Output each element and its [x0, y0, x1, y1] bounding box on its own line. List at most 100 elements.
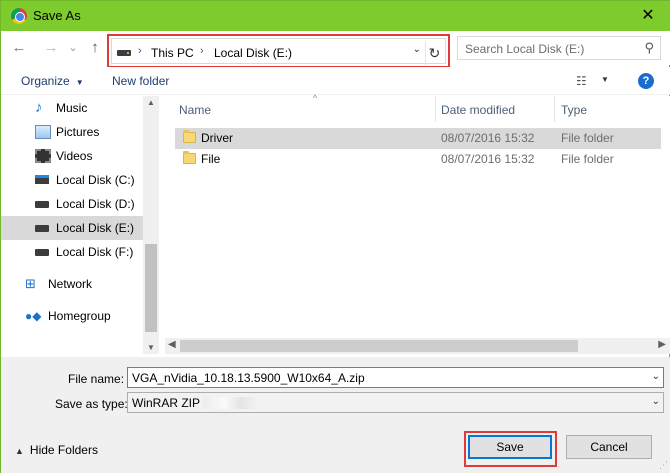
file-list-scrollbar[interactable]: ◀ ▶ [165, 338, 670, 354]
sidebar-item-label: Local Disk (F:) [56, 245, 134, 259]
column-divider[interactable] [554, 96, 555, 122]
search-input[interactable]: Search Local Disk (E:) ⚲ [457, 36, 661, 60]
save-button[interactable]: Save [468, 435, 552, 459]
up-button[interactable]: ↑ [85, 39, 105, 57]
window-title: Save As [33, 8, 81, 23]
file-name: File [201, 152, 221, 166]
sidebar-item-local-disk-d[interactable]: Local Disk (D:) [1, 192, 143, 216]
file-type: File folder [561, 131, 614, 145]
scroll-down-icon[interactable]: ▼ [147, 343, 155, 352]
breadcrumb-this-pc[interactable]: This PC [151, 46, 194, 60]
scroll-right-icon[interactable]: ▶ [658, 339, 666, 350]
hide-folders-label: Hide Folders [29, 443, 98, 457]
file-type: File folder [561, 152, 614, 166]
file-name-label: File name: [68, 372, 125, 386]
caret-down-icon: ▼ [75, 78, 84, 87]
pictures-icon [35, 125, 51, 139]
hide-folders-button[interactable]: ▲ Hide Folders [15, 443, 98, 457]
videos-icon [35, 149, 51, 163]
sort-ascending-icon: ^ [313, 93, 318, 103]
file-date: 08/07/2016 15:32 [441, 131, 535, 145]
organize-button[interactable]: Organize ▼ [21, 74, 84, 88]
sidebar-item-local-disk-c[interactable]: Local Disk (C:) [1, 168, 143, 192]
save-as-type-text: WinRAR ZIP [132, 396, 201, 410]
breadcrumb-local-disk-e[interactable]: Local Disk (E:) [214, 46, 292, 60]
sidebar-item-label: Pictures [56, 125, 100, 139]
save-as-type-select[interactable]: WinRAR ZIP ⌄ [127, 392, 664, 413]
sidebar-item-label: Local Disk (D:) [56, 197, 135, 211]
file-name: Driver [201, 131, 233, 145]
save-as-type-value: WinRAR ZIP [132, 396, 258, 410]
homegroup-icon: ●◆ [25, 309, 42, 323]
network-icon: ⊞ [25, 276, 36, 291]
address-inner: › This PC › Local Disk (E:) ⌄ ↻ [111, 38, 446, 65]
view-caret-icon[interactable]: ▼ [601, 75, 609, 84]
sidebar-item-network[interactable]: ⊞ Network [1, 272, 143, 296]
sidebar-item-label: Music [56, 101, 88, 115]
sidebar-scrollbar[interactable]: ▲ ▼ [143, 96, 159, 354]
chevron-up-icon: ▲ [15, 446, 24, 456]
address-dropdown-chevron-icon[interactable]: ⌄ [413, 44, 421, 55]
save-as-dialog: Save As ✕ ← → ⌄ ↑ › This PC › Local Disk… [0, 0, 670, 473]
sidebar-item-local-disk-e[interactable]: Local Disk (E:) [1, 216, 143, 240]
folder-icon [183, 130, 196, 143]
chevron-down-icon[interactable]: ⌄ [652, 396, 660, 407]
column-header-name[interactable]: Name ^ [179, 93, 435, 124]
sidebar-item-videos[interactable]: Videos [1, 144, 143, 168]
music-icon: ♪ [35, 99, 43, 116]
column-header-type[interactable]: Type [561, 96, 661, 124]
sidebar-item-pictures[interactable]: Pictures [1, 120, 143, 144]
chrome-icon [11, 8, 27, 24]
help-icon[interactable]: ? [638, 73, 654, 89]
forward-button[interactable]: → [41, 39, 61, 57]
drive-icon [35, 249, 49, 256]
command-bar: Organize ▼ New folder ☷ ▼ ? [1, 67, 670, 95]
scroll-up-icon[interactable]: ▲ [147, 98, 155, 107]
scroll-left-icon[interactable]: ◀ [168, 339, 176, 350]
obscured-region [203, 397, 258, 409]
recent-locations-button[interactable]: ⌄ [63, 39, 83, 57]
sidebar-item-homegroup[interactable]: ●◆ Homegroup [1, 304, 143, 328]
new-folder-button[interactable]: New folder [112, 74, 169, 88]
sidebar-item-label: Videos [56, 149, 93, 163]
folder-icon [183, 151, 196, 164]
sidebar-item-music[interactable]: ♪ Music [1, 96, 143, 120]
column-type-label: Type [561, 103, 588, 117]
drive-icon [35, 201, 49, 208]
drive-icon [35, 225, 49, 232]
sidebar-item-label: Local Disk (E:) [56, 221, 135, 235]
address-bar[interactable]: › This PC › Local Disk (E:) ⌄ ↻ [107, 34, 450, 68]
column-header-date[interactable]: Date modified [441, 96, 553, 124]
table-row[interactable]: Driver 08/07/2016 15:32 File folder [175, 128, 661, 149]
save-form: File name: VGA_nVidia_10.18.13.5900_W10x… [1, 357, 670, 473]
scroll-thumb[interactable] [145, 244, 157, 332]
title-bar: Save As ✕ [1, 1, 670, 31]
file-list: Name ^ Date modified Type Driver 08/07/2… [165, 93, 670, 354]
scroll-thumb[interactable] [180, 340, 578, 352]
drive-icon [117, 50, 131, 56]
file-date: 08/07/2016 15:32 [441, 152, 535, 166]
resize-grip-icon[interactable]: ⋰ [659, 460, 668, 471]
column-name-label: Name [179, 103, 212, 117]
sidebar-item-local-disk-f[interactable]: Local Disk (F:) [1, 240, 143, 264]
save-as-type-label: Save as type: [55, 397, 128, 411]
table-row[interactable]: File 08/07/2016 15:32 File folder [175, 149, 661, 170]
view-options-icon[interactable]: ☷ [576, 74, 587, 88]
back-button[interactable]: ← [9, 39, 29, 57]
sidebar-item-label: Local Disk (C:) [56, 173, 135, 187]
close-button[interactable]: ✕ [625, 1, 670, 31]
column-date-label: Date modified [441, 103, 516, 117]
file-name-value: VGA_nVidia_10.18.13.5900_W10x64_A.zip [132, 371, 365, 385]
chevron-down-icon[interactable]: ⌄ [652, 371, 660, 382]
breadcrumb-separator: › [200, 45, 204, 57]
search-icon[interactable]: ⚲ [644, 40, 654, 56]
sidebar-item-label: Homegroup [48, 309, 111, 323]
column-divider[interactable] [435, 96, 436, 122]
navigation-bar: ← → ⌄ ↑ › This PC › Local Disk (E:) ⌄ ↻ … [1, 31, 670, 68]
organize-label: Organize [21, 74, 70, 88]
navigation-pane: ♪ Music Pictures Videos Local Disk (C:) … [1, 96, 159, 354]
cancel-button[interactable]: Cancel [566, 435, 652, 459]
file-name-field[interactable]: VGA_nVidia_10.18.13.5900_W10x64_A.zip ⌄ [127, 367, 664, 388]
sidebar-item-label: Network [48, 277, 93, 291]
refresh-icon[interactable]: ↻ [425, 41, 443, 65]
